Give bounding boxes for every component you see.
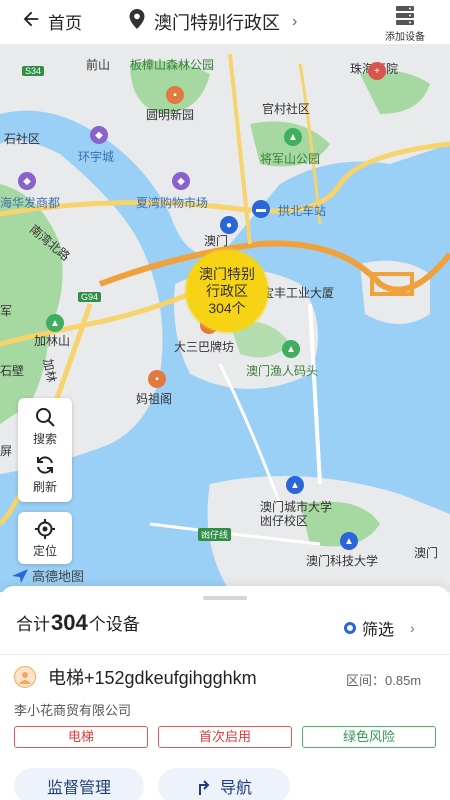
device-distance: 区间：0.85m — [346, 673, 422, 688]
amap-logo-text: 高德地图 — [32, 569, 85, 584]
cluster-count: 304个 — [208, 299, 246, 316]
device-company: 李小花商贸有限公司 — [14, 703, 132, 718]
map-label-fishermans-wharf: 澳门渔人码头 — [246, 364, 319, 378]
map-label-huafa: 海华发商都 — [0, 196, 61, 210]
temple-icon[interactable]: ▪ — [148, 370, 166, 388]
region-selector[interactable]: 澳门特别行政区 › — [128, 8, 297, 35]
map-label-shi-community: 石社区 — [4, 132, 41, 146]
search-button[interactable]: 搜索 — [18, 406, 72, 447]
arrow-left-icon — [20, 8, 42, 35]
map-label-ping: 屏 — [0, 444, 13, 458]
crosshair-icon — [35, 519, 55, 539]
shopping-icon[interactable]: ◆ — [90, 126, 108, 144]
map-label-guancun: 官村社区 — [262, 102, 311, 116]
back-label: 首页 — [48, 14, 82, 33]
map-label-city-university: 澳门城市大学凼仔校区 — [260, 500, 333, 528]
refresh-icon — [37, 456, 53, 474]
device-name: 电梯+152gdkeufgihgghkm — [48, 668, 257, 688]
device-cluster-marker[interactable]: 澳门特别 行政区 304个 — [186, 250, 268, 332]
map-view[interactable]: S34 前山 板樟山森林公园 珠海医院 石社区 圆明新园 官村社区 环宇城 将军… — [0, 44, 450, 592]
chevron-right-icon: › — [410, 620, 415, 636]
tag-risk: 绿色风险 — [302, 726, 436, 748]
total-suffix: 个设备 — [88, 615, 140, 634]
map-label-xiawan: 夏湾购物市场 — [136, 196, 209, 210]
shopping-icon[interactable]: ◆ — [18, 172, 36, 190]
amap-logo: 高德地图 — [12, 566, 84, 585]
park-icon[interactable]: ▲ — [282, 340, 300, 358]
search-icon — [36, 408, 55, 427]
cluster-name-line2: 行政区 — [206, 282, 248, 299]
map-label-jun: 军 — [0, 304, 13, 318]
supervise-label: 监督管理 — [46, 780, 111, 797]
filter-label: 筛选 — [362, 622, 395, 639]
back-button[interactable]: 首页 — [20, 8, 82, 35]
map-label-must: 澳门科技大学 — [306, 554, 379, 568]
map-label-macau-right: 澳门 — [414, 546, 439, 560]
landmark-icon[interactable]: ● — [220, 216, 238, 234]
map-label-huanyu: 环宇城 — [78, 150, 115, 164]
filter-dot-icon — [344, 622, 356, 634]
location-pin-icon — [128, 8, 146, 35]
shopping-icon[interactable]: ◆ — [172, 172, 190, 190]
map-label-shibi: 石壁 — [0, 364, 25, 378]
tag-type: 电梯 — [14, 726, 148, 748]
map-label-jiangjunshan: 将军山公园 — [260, 152, 321, 166]
park-icon[interactable]: ▲ — [284, 128, 302, 146]
server-icon — [396, 6, 414, 25]
school-icon[interactable]: ▲ — [286, 476, 304, 494]
navigate-label: 导航 — [219, 780, 252, 797]
drag-handle[interactable] — [203, 596, 247, 600]
locate-button[interactable]: 定位 — [18, 512, 72, 564]
device-total: 合计 304 个设备 — [16, 610, 140, 636]
navigate-button[interactable]: 导航 — [158, 768, 290, 800]
refresh-label: 刷新 — [32, 480, 57, 494]
map-label-g94: G94 — [78, 292, 102, 302]
poi-icon[interactable]: ▪ — [166, 86, 184, 104]
add-device-button[interactable]: 添加设备 — [376, 4, 434, 43]
divider — [0, 654, 450, 655]
map-label-qianshan: 前山 — [86, 58, 111, 72]
map-label-jialinshan: 加林山 — [34, 334, 71, 348]
total-count: 304 — [51, 610, 88, 635]
school-icon[interactable]: ▲ — [340, 532, 358, 550]
park-icon[interactable]: ▲ — [46, 314, 64, 332]
device-list-sheet: 合计 304 个设备 筛选 › 电梯+152gdkeufgihgghkm 区间：… — [0, 586, 450, 800]
add-device-label: 添加设备 — [385, 32, 425, 43]
map-label-mazu: 妈祖阁 — [136, 392, 173, 406]
region-title: 澳门特别行政区 — [154, 12, 280, 33]
search-label: 搜索 — [32, 432, 57, 446]
bus-icon[interactable]: ▬ — [252, 200, 270, 218]
total-prefix: 合计 — [16, 615, 50, 634]
map-label-s34: S34 — [22, 66, 45, 76]
map-label-banzhangshan: 板樟山森林公园 — [130, 58, 215, 72]
filter-button[interactable]: 筛选 › — [344, 616, 415, 640]
cluster-name-line1: 澳门特别 — [199, 265, 255, 282]
map-label-gongbei: 拱北车站 — [278, 204, 327, 218]
map-tools-panel: 搜索 刷新 — [18, 398, 72, 502]
amap-logo-icon — [12, 568, 28, 583]
map-label-macau-top: 澳门 — [204, 234, 229, 248]
user-avatar-icon — [14, 666, 36, 688]
top-bar: 首页 澳门特别行政区 › 添加设备 — [0, 0, 450, 44]
locate-label: 定位 — [32, 544, 57, 558]
supervise-button[interactable]: 监督管理 — [14, 768, 144, 800]
map-label-baofeng: 宝丰工业大厦 — [262, 286, 335, 300]
tag-status: 首次启用 — [158, 726, 292, 748]
navigate-arrow-icon — [198, 780, 210, 795]
map-label-taipa-line: 凼仔线 — [198, 528, 232, 541]
map-label-ruins: 大三巴牌坊 — [174, 340, 235, 354]
refresh-button[interactable]: 刷新 — [18, 454, 72, 495]
hospital-icon[interactable]: + — [368, 62, 386, 80]
chevron-right-icon: › — [292, 12, 298, 30]
map-label-yuanming: 圆明新园 — [146, 108, 195, 122]
device-title[interactable]: 电梯+152gdkeufgihgghkm — [14, 664, 257, 690]
